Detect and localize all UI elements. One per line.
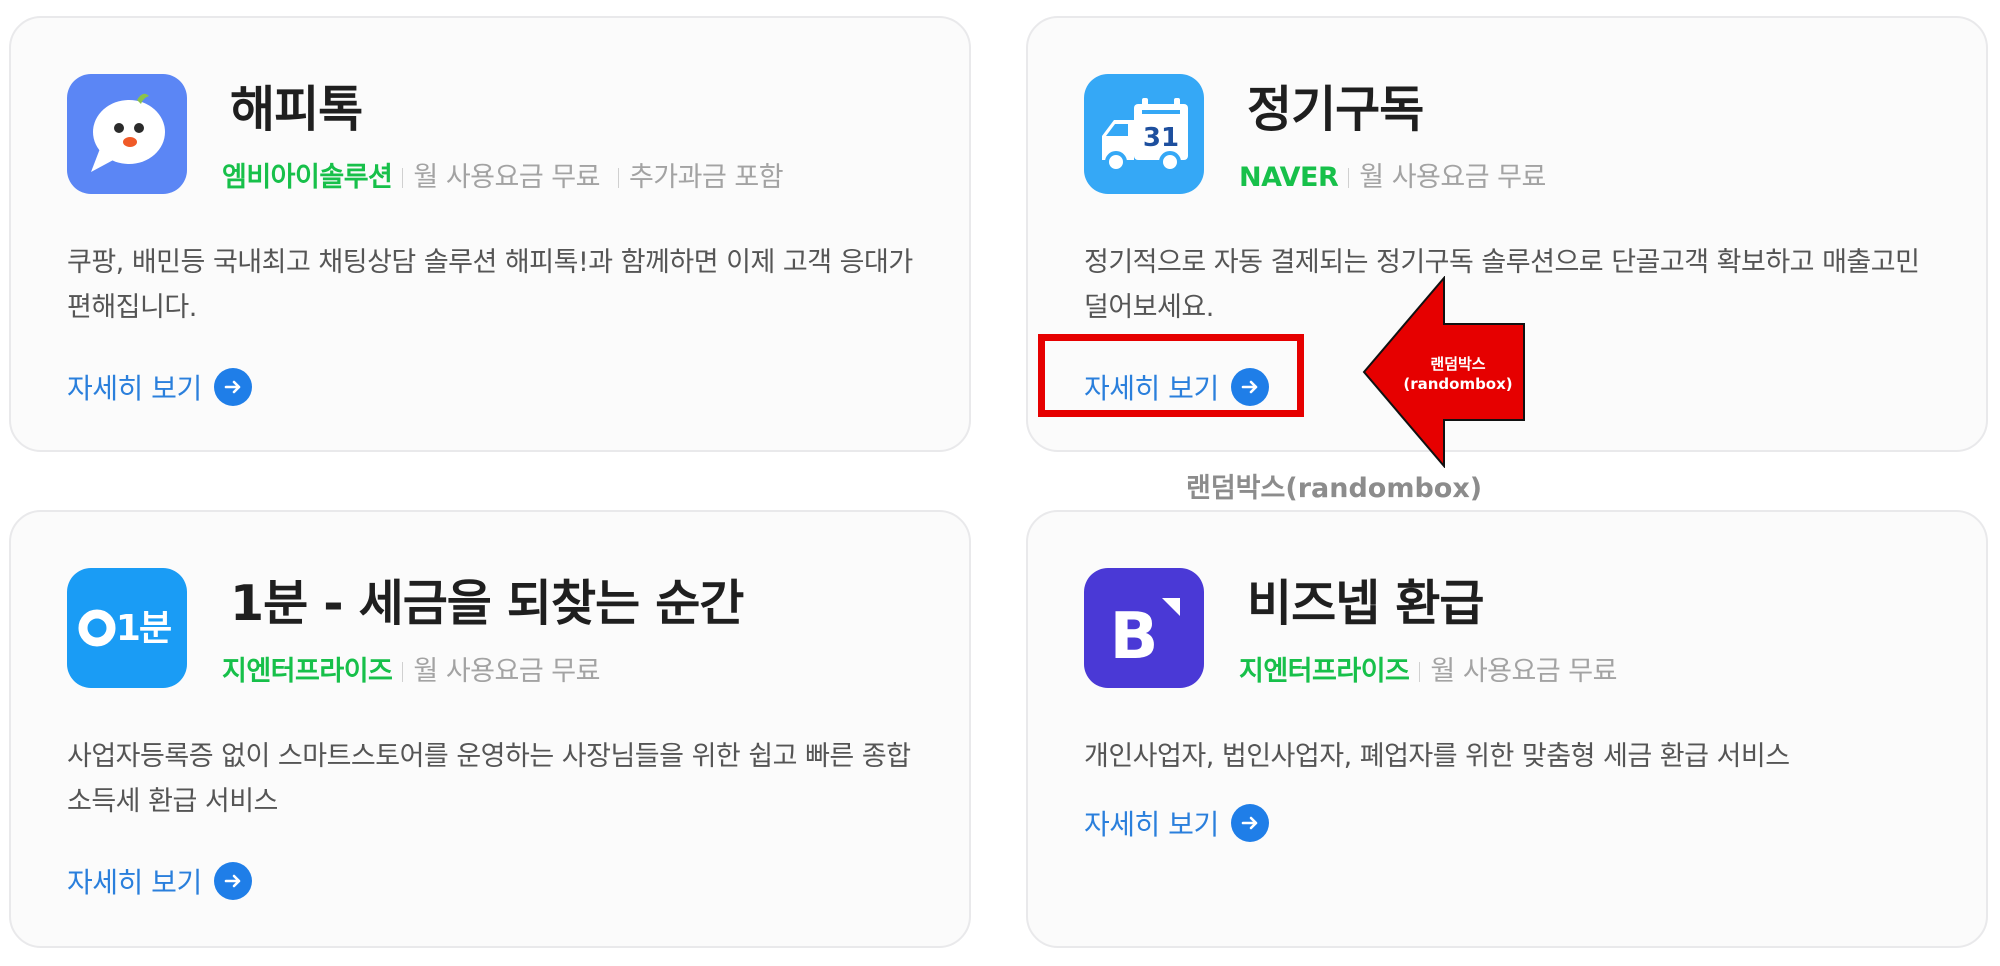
detail-link-label: 자세히 보기 xyxy=(67,866,202,899)
detail-link[interactable]: 자세히 보기 xyxy=(67,861,252,901)
fee-text: 월 사용요금 무료 xyxy=(1359,162,1546,193)
meta-divider xyxy=(1419,662,1421,682)
arrow-label: 랜덤박스 (randombox) xyxy=(1392,354,1524,394)
card-meta: 지엔터프라이즈 월 사용요금 무료 xyxy=(222,649,600,688)
highlight-box xyxy=(1038,334,1304,417)
fee-text: 월 사용요금 무료 xyxy=(413,162,600,193)
vendor-name: 지엔터프라이즈 xyxy=(1239,656,1410,687)
1bun-logo-icon: 1분 xyxy=(67,568,187,688)
card-title: 비즈넵 환급 xyxy=(1247,575,1484,632)
annotation-caption: 랜덤박스(randombox) xyxy=(1186,473,1483,504)
vendor-name: 지엔터프라이즈 xyxy=(222,656,393,687)
card-title: 해피톡 xyxy=(230,81,363,138)
app-card-1bun: 1분 1분 - 세금을 되찾는 순간 지엔터프라이즈 월 사용요금 무료 사업자등… xyxy=(9,510,971,948)
svg-text:31: 31 xyxy=(1143,123,1179,153)
vendor-name: NAVER xyxy=(1239,162,1339,193)
meta-divider xyxy=(617,168,619,188)
extra-fee-text: 추가과금 포함 xyxy=(628,162,784,193)
meta-divider xyxy=(402,168,404,188)
arrow-right-icon xyxy=(1230,804,1269,842)
meta-divider xyxy=(1348,168,1350,188)
detail-link[interactable]: 자세히 보기 xyxy=(67,367,252,407)
card-meta: 엠비아이솔루션 월 사용요금 무료 추가과금 포함 xyxy=(222,155,784,194)
card-meta: NAVER 월 사용요금 무료 xyxy=(1239,155,1546,194)
card-title: 정기구독 xyxy=(1247,81,1424,138)
card-description: 쿠팡, 배민등 국내최고 채팅상담 솔루션 해피톡!과 함께하면 이제 고객 응… xyxy=(67,247,913,323)
app-card-biznep: B 비즈넵 환급 지엔터프라이즈 월 사용요금 무료 개인사업자, 법인사업자, … xyxy=(1026,510,1988,948)
card-description: 사업자등록증 없이 스마트스토어를 운영하는 사장님들을 위한 쉽고 빠른 종합… xyxy=(67,741,911,817)
arrow-label-line1: 랜덤박스 xyxy=(1430,355,1486,373)
arrow-label-line2: (randombox) xyxy=(1403,375,1513,393)
card-title: 1분 - 세금을 되찾는 순간 xyxy=(230,575,744,632)
biznep-logo-icon: B xyxy=(1084,568,1204,688)
arrow-right-icon xyxy=(213,368,252,406)
app-card-happytalk: 해피톡 엠비아이솔루션 월 사용요금 무료 추가과금 포함 쿠팡, 배민등 국내최고… xyxy=(9,16,971,452)
detail-link-label: 자세히 보기 xyxy=(67,372,202,405)
chat-bird-icon xyxy=(67,74,187,194)
fee-text: 월 사용요금 무료 xyxy=(413,656,600,687)
detail-link-label: 자세히 보기 xyxy=(1084,808,1219,841)
card-description: 개인사업자, 법인사업자, 폐업자를 위한 맞춤형 세금 환급 서비스 xyxy=(1084,741,1790,772)
detail-link[interactable]: 자세히 보기 xyxy=(1084,803,1269,843)
svg-text:B: B xyxy=(1110,600,1159,674)
arrow-right-icon xyxy=(213,862,252,900)
card-meta: 지엔터프라이즈 월 사용요금 무료 xyxy=(1239,649,1617,688)
fee-text: 월 사용요금 무료 xyxy=(1430,656,1617,687)
meta-divider xyxy=(402,662,404,682)
calendar-truck-icon: 31 xyxy=(1084,74,1204,194)
vendor-name: 엠비아이솔루션 xyxy=(222,162,393,193)
svg-text:1분: 1분 xyxy=(116,608,171,649)
